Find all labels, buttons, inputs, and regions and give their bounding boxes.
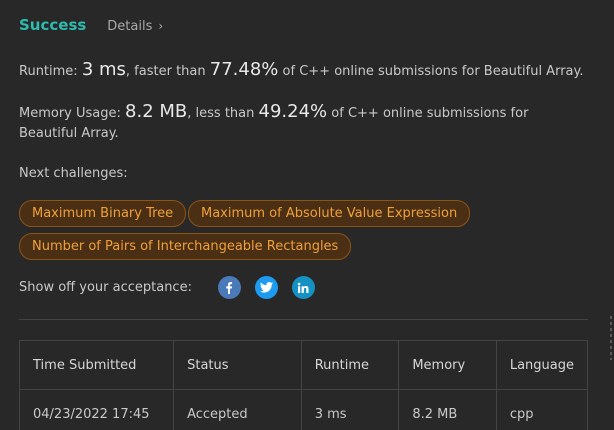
column-header-memory: Memory (398, 340, 497, 390)
next-challenge-tag[interactable]: Number of Pairs of Interchangeable Recta… (19, 233, 352, 260)
twitter-glyph (259, 282, 273, 293)
memory-summary: Memory Usage: 8.2 MB, less than 49.24% o… (19, 99, 564, 144)
memory-value: 8.2 MB (125, 101, 188, 122)
cell-status-link[interactable]: Accepted (173, 389, 302, 430)
runtime-summary: Runtime: 3 ms, faster than 77.48% of C++… (19, 57, 599, 83)
result-header: Success Details › (19, 16, 163, 34)
table-row: 04/23/2022 17:45 Accepted 3 ms 8.2 MB cp… (18, 389, 589, 430)
runtime-tail: of C++ online submissions for Beautiful … (282, 64, 584, 79)
runtime-mid: , faster than (125, 64, 206, 79)
share-label: Show off your acceptance: (19, 280, 192, 295)
facebook-icon[interactable] (217, 276, 241, 299)
facebook-glyph (226, 282, 233, 294)
memory-label: Memory Usage: (19, 106, 121, 121)
details-label: Details (107, 19, 153, 34)
memory-mid: , less than (187, 106, 255, 121)
twitter-icon[interactable] (254, 276, 278, 299)
memory-percent: 49.24% (258, 101, 328, 122)
linkedin-glyph (298, 282, 309, 293)
table-header-row: Time Submitted Status Runtime Memory Lan… (18, 340, 589, 390)
column-header-runtime: Runtime (300, 340, 400, 390)
cell-time: 04/23/2022 17:45 (18, 389, 175, 430)
section-divider (19, 319, 588, 320)
runtime-value: 3 ms (81, 59, 126, 80)
result-status-title: Success (19, 16, 87, 34)
runtime-label: Runtime: (19, 64, 78, 79)
cell-memory: 8.2 MB (398, 389, 497, 430)
next-challenges-label: Next challenges: (19, 166, 128, 181)
linkedin-icon[interactable] (291, 276, 315, 299)
cell-runtime: 3 ms (300, 389, 400, 430)
next-challenge-tag[interactable]: Maximum Binary Tree (19, 200, 187, 227)
runtime-percent: 77.48% (209, 59, 279, 80)
resize-handle[interactable] (610, 316, 612, 360)
details-link[interactable]: Details › (107, 19, 163, 34)
next-challenge-tag[interactable]: Maximum of Absolute Value Expression (188, 200, 471, 227)
submissions-table: Time Submitted Status Runtime Memory Lan… (18, 340, 589, 430)
share-row: Show off your acceptance: (19, 276, 315, 299)
column-header-language: Language (495, 340, 589, 390)
cell-language: cpp (495, 389, 589, 430)
chevron-right-icon: › (158, 19, 164, 33)
submission-result-panel: Success Details › Runtime: 3 ms, faster … (0, 0, 614, 430)
column-header-status: Status (173, 340, 302, 390)
column-header-time: Time Submitted (18, 340, 175, 390)
